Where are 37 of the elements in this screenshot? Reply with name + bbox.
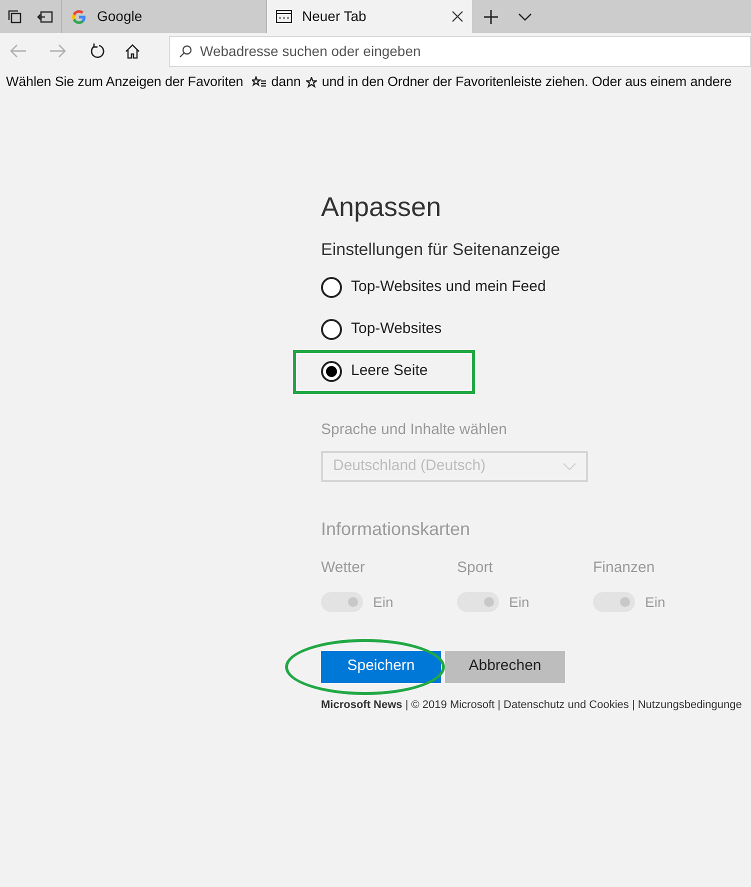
refresh-icon[interactable] (90, 43, 105, 59)
radio-label: Leere Seite (351, 361, 428, 382)
radio-button[interactable] (321, 361, 342, 382)
favorites-hint-text: dann (271, 72, 301, 91)
search-icon (179, 44, 192, 58)
new-tab-icon[interactable] (484, 10, 498, 24)
toggle-state-text: Ein (509, 592, 530, 612)
close-icon[interactable] (452, 11, 463, 22)
language-label: Sprache und Inhalte wählen (321, 420, 508, 440)
tab-overview-icon[interactable] (8, 10, 22, 24)
radio-label: Top-Websites (351, 319, 442, 340)
footer-text: Microsoft News | © 2019 Microsoft | Datenschutz und Cookies | Nutzungsbedingunge (321, 698, 743, 712)
favorites-list-icon (252, 76, 266, 88)
chevron-down-icon[interactable] (518, 12, 532, 20)
chevron-down-icon (563, 463, 576, 470)
new-tab-page-icon (276, 10, 292, 23)
toggle-state-text: Ein (645, 592, 666, 612)
save-button[interactable]: Speichern (321, 650, 441, 682)
card-label: Wetter (321, 558, 366, 578)
google-g-icon (71, 8, 87, 24)
star-icon (306, 76, 317, 88)
tab-aside-icon[interactable] (37, 10, 54, 22)
section-heading: Einstellungen für Seitenanzeige (321, 239, 562, 261)
radio-button[interactable] (321, 319, 342, 340)
address-field[interactable]: Webadresse suchen oder eingeben (169, 36, 751, 66)
card-label: Finanzen (593, 558, 656, 578)
favorites-hint-text: und in den Ordner der Favoritenleiste ziehen. Oder aus einem andere (322, 72, 732, 91)
radio-label: Top-Websites und mein Feed (351, 277, 546, 298)
card-label: Sport (457, 558, 494, 578)
favorites-hint-text: Wählen Sie zum Anzeigen der Favoriten (6, 72, 244, 91)
panel-title: Anpassen (321, 191, 442, 224)
toggle-state-text: Ein (373, 592, 394, 612)
section-heading: Informationskarten (321, 518, 472, 541)
cancel-button[interactable]: Abbrechen (445, 650, 565, 682)
browser-tab[interactable]: Neuer Tab (267, 0, 472, 33)
home-icon[interactable] (125, 44, 140, 58)
radio-button[interactable] (321, 277, 342, 298)
